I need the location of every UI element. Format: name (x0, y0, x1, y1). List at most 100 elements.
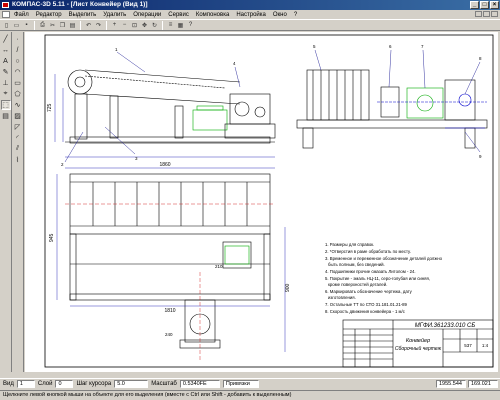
leader-number: 8 (479, 56, 482, 61)
window-title: КОМПАС-3D 5.11 - [Лист Конвейер (Вид 1)] (12, 1, 148, 8)
note-line: 6. Маркировать обозначение чертежа, дату (325, 289, 413, 294)
view-label: Вид (3, 381, 14, 387)
copy-icon[interactable]: ❐ (58, 21, 67, 30)
dimensions-icon[interactable]: ↔ (1, 45, 11, 55)
dim-top-length: 1860 (159, 162, 170, 168)
menu-operations[interactable]: Операции (133, 12, 161, 18)
open-file-icon[interactable]: ▭ (12, 21, 21, 30)
select-icon[interactable]: ⬚ (0, 100, 11, 110)
kompas-window: КОМПАС-3D 5.11 - [Лист Конвейер (Вид 1)]… (0, 0, 500, 400)
line-icon[interactable]: / (13, 45, 23, 55)
doc-minimize-button[interactable] (475, 11, 482, 17)
measure-icon[interactable]: ⌖ (1, 89, 11, 99)
menu-layout[interactable]: Компоновка (196, 12, 229, 18)
point-icon[interactable]: · (13, 34, 23, 44)
side-view (296, 69, 488, 149)
properties-icon[interactable]: ▦ (176, 21, 185, 30)
layers-icon[interactable]: ≡ (166, 21, 175, 30)
toolbar-separator (106, 20, 107, 30)
menu-help[interactable]: ? (294, 12, 297, 18)
menu-service[interactable]: Сервис (168, 12, 189, 18)
help-icon[interactable]: ? (186, 21, 195, 30)
offset-icon[interactable]: ⫽ (13, 144, 23, 154)
layer-field[interactable]: 0 (55, 380, 74, 388)
top-centerlines (65, 203, 275, 362)
maximize-button[interactable]: □ (480, 1, 489, 9)
fillet-icon[interactable]: ◜ (13, 133, 23, 143)
menu-file[interactable]: Файл (14, 12, 29, 18)
note-line: 8. Скорость движения конвейера - 1 м/с (325, 309, 406, 314)
document-icon[interactable] (2, 11, 10, 18)
note-line: быть полным, без сведений. (328, 262, 385, 267)
new-file-icon[interactable]: ▯ (2, 21, 11, 30)
save-icon[interactable]: ▪ (22, 21, 31, 30)
note-line: 2. *Отверстия в раме обработать по месту… (325, 249, 411, 254)
undo-icon[interactable]: ↶ (84, 21, 93, 30)
circle-icon[interactable]: ○ (13, 56, 23, 66)
leader-number: 9 (479, 154, 482, 159)
spline-icon[interactable]: ∿ (13, 100, 23, 110)
note-line: кроме поверхностей деталей. (328, 282, 387, 287)
close-button[interactable]: × (490, 1, 499, 9)
menu-delete[interactable]: Удалить (103, 12, 126, 18)
leader-number: 6 (389, 44, 392, 49)
arc-icon[interactable]: ◠ (13, 67, 23, 77)
zoom-in-icon[interactable]: + (110, 21, 119, 30)
chamfer-icon[interactable]: ◸ (13, 122, 23, 132)
parametric-icon[interactable]: ⊥ (1, 78, 11, 88)
top-motor (224, 245, 250, 265)
contour-icon[interactable]: ⌇ (13, 155, 23, 165)
geometry-icon[interactable]: ╱ (1, 34, 11, 44)
menu-select[interactable]: Выделить (69, 12, 97, 18)
leader-number: 3 (135, 156, 138, 161)
toolbar-separator (80, 20, 81, 30)
minimize-button[interactable]: _ (470, 1, 479, 9)
toolbar-separator (162, 20, 163, 30)
cut-icon[interactable]: ✂ (48, 21, 57, 30)
technical-notes: 1. Размеры для справок. 2. *Отверстия в … (325, 242, 443, 314)
title-subname: Сборочный чертеж (395, 345, 442, 352)
scale-label: Масштаб (151, 381, 177, 387)
refresh-icon[interactable]: ↻ (150, 21, 159, 30)
drawing-canvas[interactable]: 1860 1810 725 945 900 210 240 1. Размеры… (25, 32, 498, 372)
coordinates: 1955.544 169.021 (436, 380, 498, 388)
dim-small-a: 210 (215, 264, 223, 269)
dim-side-height: 945 (49, 233, 55, 242)
scale-field[interactable]: 0.5340FE (179, 380, 220, 388)
zoom-window-icon[interactable]: ⊡ (130, 21, 139, 30)
hatch-icon[interactable]: ▨ (13, 111, 23, 121)
text-icon[interactable]: A (1, 56, 11, 66)
menu-window[interactable]: Окно (273, 12, 287, 18)
snap-button[interactable]: Привязки (222, 380, 259, 388)
dim-mid-length: 1810 (164, 308, 175, 314)
title-bar[interactable]: КОМПАС-3D 5.11 - [Лист Конвейер (Вид 1)]… (0, 0, 500, 10)
drawing-sheet: 1860 1810 725 945 900 210 240 1. Размеры… (44, 34, 494, 368)
side-leaders (314, 49, 481, 153)
edit-icon[interactable]: ✎ (1, 67, 11, 77)
paste-icon[interactable]: ▤ (68, 21, 77, 30)
title-scale: 1:4 (482, 343, 489, 348)
side-motor (406, 87, 444, 119)
doc-close-button[interactable] (491, 11, 498, 17)
menu-settings[interactable]: Настройка (236, 12, 266, 18)
view-field[interactable]: 1 (16, 380, 35, 388)
doc-restore-button[interactable] (483, 11, 490, 17)
spec-icon[interactable]: ▤ (1, 111, 11, 121)
pan-icon[interactable]: ✥ (140, 21, 149, 30)
compact-toolbar: ╱ ↔ A ✎ ⊥ ⌖ ⬚ ▤ (0, 32, 12, 372)
menu-editor[interactable]: Редактор (36, 12, 62, 18)
step-field[interactable]: 5.0 (114, 380, 149, 388)
note-line: 3. Временное и переменное обозначение де… (325, 256, 443, 261)
print-icon[interactable]: ⎙ (38, 21, 47, 30)
leader-number: 2 (61, 162, 64, 167)
top-view (69, 173, 271, 349)
polygon-icon[interactable]: ⬠ (13, 89, 23, 99)
rectangle-icon[interactable]: ▭ (13, 78, 23, 88)
zoom-out-icon[interactable]: − (120, 21, 129, 30)
title-mass: 537 (464, 343, 472, 348)
leader-number: 5 (313, 44, 316, 49)
redo-icon[interactable]: ↷ (94, 21, 103, 30)
note-line: изготовления. (328, 295, 356, 300)
toolbar-separator (34, 20, 35, 30)
leader-number: 1 (115, 47, 118, 52)
